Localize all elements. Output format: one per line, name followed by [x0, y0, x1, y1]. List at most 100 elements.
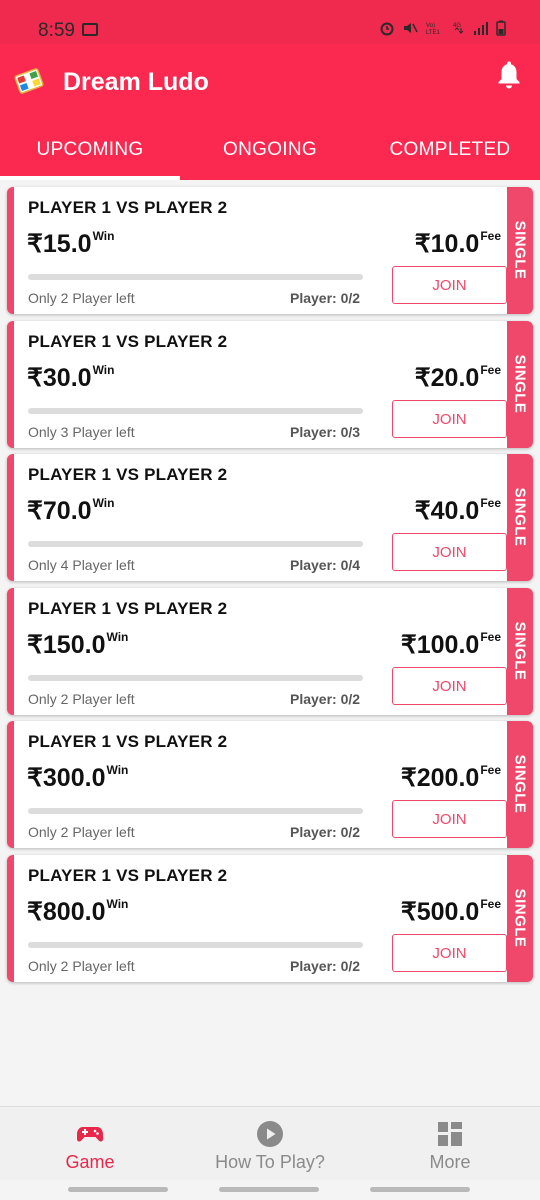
mute-icon	[404, 23, 418, 33]
image-notification-icon	[82, 23, 98, 36]
nav-item-game[interactable]: Game	[0, 1107, 180, 1181]
player-progress-bar	[28, 808, 363, 814]
join-button[interactable]: JOIN	[392, 800, 507, 838]
fee-label: Fee	[480, 763, 501, 777]
bottom-nav: Game How To Play? More	[0, 1106, 540, 1180]
bell-icon[interactable]	[496, 61, 522, 91]
match-type-label: SINGLE	[511, 888, 529, 948]
entry-fee: ₹500.0Fee	[400, 897, 501, 926]
player-progress-bar	[28, 541, 363, 547]
gesture-bar-right	[370, 1187, 470, 1192]
alarm-icon	[380, 22, 394, 36]
match-title: PLAYER 1 VS PLAYER 2	[28, 465, 228, 484]
volte-icon: Vo)LTE1	[426, 23, 441, 36]
join-button[interactable]: JOIN	[392, 934, 507, 972]
win-amount: ₹150.0Win	[27, 630, 129, 659]
fee-label: Fee	[480, 496, 501, 510]
fee-label: Fee	[480, 363, 501, 377]
status-icons: Vo) LTE1 4G	[379, 20, 506, 36]
tab-upcoming[interactable]: UPCOMING	[0, 120, 180, 180]
status-time: 8:59	[38, 20, 75, 41]
win-label: Win	[106, 763, 129, 777]
player-count: Player: 0/2	[290, 290, 361, 306]
match-type-strip: SINGLE	[507, 454, 533, 581]
match-type-strip: SINGLE	[507, 721, 533, 848]
players-left-text: Only 2 Player left	[28, 824, 135, 840]
entry-fee: ₹40.0Fee	[414, 496, 501, 525]
entry-fee: ₹20.0Fee	[414, 363, 501, 392]
player-progress-bar	[28, 274, 363, 280]
match-card: PLAYER 1 VS PLAYER 2 ₹800.0Win ₹500.0Fee…	[7, 855, 533, 982]
match-title: PLAYER 1 VS PLAYER 2	[28, 599, 228, 618]
gesture-bar-center	[219, 1187, 319, 1192]
tab-completed[interactable]: COMPLETED	[360, 120, 540, 180]
app-bar: Dream Ludo	[0, 44, 540, 120]
match-card: PLAYER 1 VS PLAYER 2 ₹300.0Win ₹200.0Fee…	[7, 721, 533, 848]
player-count: Player: 0/2	[290, 824, 361, 840]
join-button[interactable]: JOIN	[392, 533, 507, 571]
match-type-label: SINGLE	[511, 621, 529, 681]
fee-label: Fee	[480, 229, 501, 243]
match-card: PLAYER 1 VS PLAYER 2 ₹15.0Win ₹10.0Fee O…	[7, 187, 533, 314]
win-amount: ₹15.0Win	[27, 229, 115, 258]
tab-bar: UPCOMING ONGOING COMPLETED	[0, 120, 540, 180]
match-card: PLAYER 1 VS PLAYER 2 ₹30.0Win ₹20.0Fee O…	[7, 321, 533, 448]
entry-fee: ₹100.0Fee	[400, 630, 501, 659]
match-title: PLAYER 1 VS PLAYER 2	[28, 198, 228, 217]
match-type-strip: SINGLE	[507, 321, 533, 448]
player-progress-bar	[28, 942, 363, 948]
app-title: Dream Ludo	[63, 68, 209, 96]
players-left-text: Only 2 Player left	[28, 290, 135, 306]
match-type-label: SINGLE	[511, 220, 529, 280]
match-type-label: SINGLE	[511, 354, 529, 414]
nav-label-more: More	[429, 1152, 471, 1172]
grid-icon	[438, 1122, 462, 1146]
join-button[interactable]: JOIN	[392, 266, 507, 304]
status-bar: 8:59 Vo) LTE1 4G	[0, 0, 540, 44]
fee-label: Fee	[480, 897, 501, 911]
svg-text:Vo): Vo)	[426, 23, 435, 29]
players-left-text: Only 4 Player left	[28, 557, 135, 573]
match-type-strip: SINGLE	[507, 855, 533, 982]
players-left-text: Only 3 Player left	[28, 424, 135, 440]
match-title: PLAYER 1 VS PLAYER 2	[28, 332, 228, 351]
play-circle-icon	[257, 1121, 283, 1147]
nav-item-how-to-play[interactable]: How To Play?	[180, 1107, 360, 1181]
match-title: PLAYER 1 VS PLAYER 2	[28, 866, 228, 885]
player-progress-bar	[28, 675, 363, 681]
win-label: Win	[92, 229, 115, 243]
battery-icon	[496, 20, 506, 36]
nav-label-how-to-play: How To Play?	[215, 1152, 325, 1172]
win-label: Win	[92, 496, 115, 510]
fee-label: Fee	[480, 630, 501, 644]
match-type-strip: SINGLE	[507, 187, 533, 314]
join-button[interactable]: JOIN	[392, 667, 507, 705]
ludo-logo-icon	[14, 68, 44, 94]
match-type-label: SINGLE	[511, 754, 529, 814]
tab-ongoing[interactable]: ONGOING	[180, 120, 360, 180]
entry-fee: ₹200.0Fee	[400, 763, 501, 792]
win-amount: ₹300.0Win	[27, 763, 129, 792]
win-amount: ₹70.0Win	[27, 496, 115, 525]
player-count: Player: 0/2	[290, 958, 361, 974]
tab-indicator	[0, 176, 180, 180]
player-count: Player: 0/3	[290, 424, 361, 440]
nav-item-more[interactable]: More	[360, 1107, 540, 1181]
match-title: PLAYER 1 VS PLAYER 2	[28, 732, 228, 751]
player-progress-bar	[28, 408, 363, 414]
entry-fee: ₹10.0Fee	[414, 229, 501, 258]
win-label: Win	[92, 363, 115, 377]
match-type-label: SINGLE	[511, 487, 529, 547]
network-4g-icon: 4G	[453, 23, 464, 34]
win-amount: ₹30.0Win	[27, 363, 115, 392]
gamepad-icon	[77, 1127, 103, 1142]
gesture-bar-left	[68, 1187, 168, 1192]
match-type-strip: SINGLE	[507, 588, 533, 715]
signal-icon	[474, 22, 488, 35]
win-label: Win	[106, 630, 129, 644]
svg-text:LTE1: LTE1	[426, 30, 441, 36]
join-button[interactable]: JOIN	[392, 400, 507, 438]
player-count: Player: 0/2	[290, 691, 361, 707]
nav-label-game: Game	[65, 1152, 115, 1172]
player-count: Player: 0/4	[290, 557, 361, 573]
